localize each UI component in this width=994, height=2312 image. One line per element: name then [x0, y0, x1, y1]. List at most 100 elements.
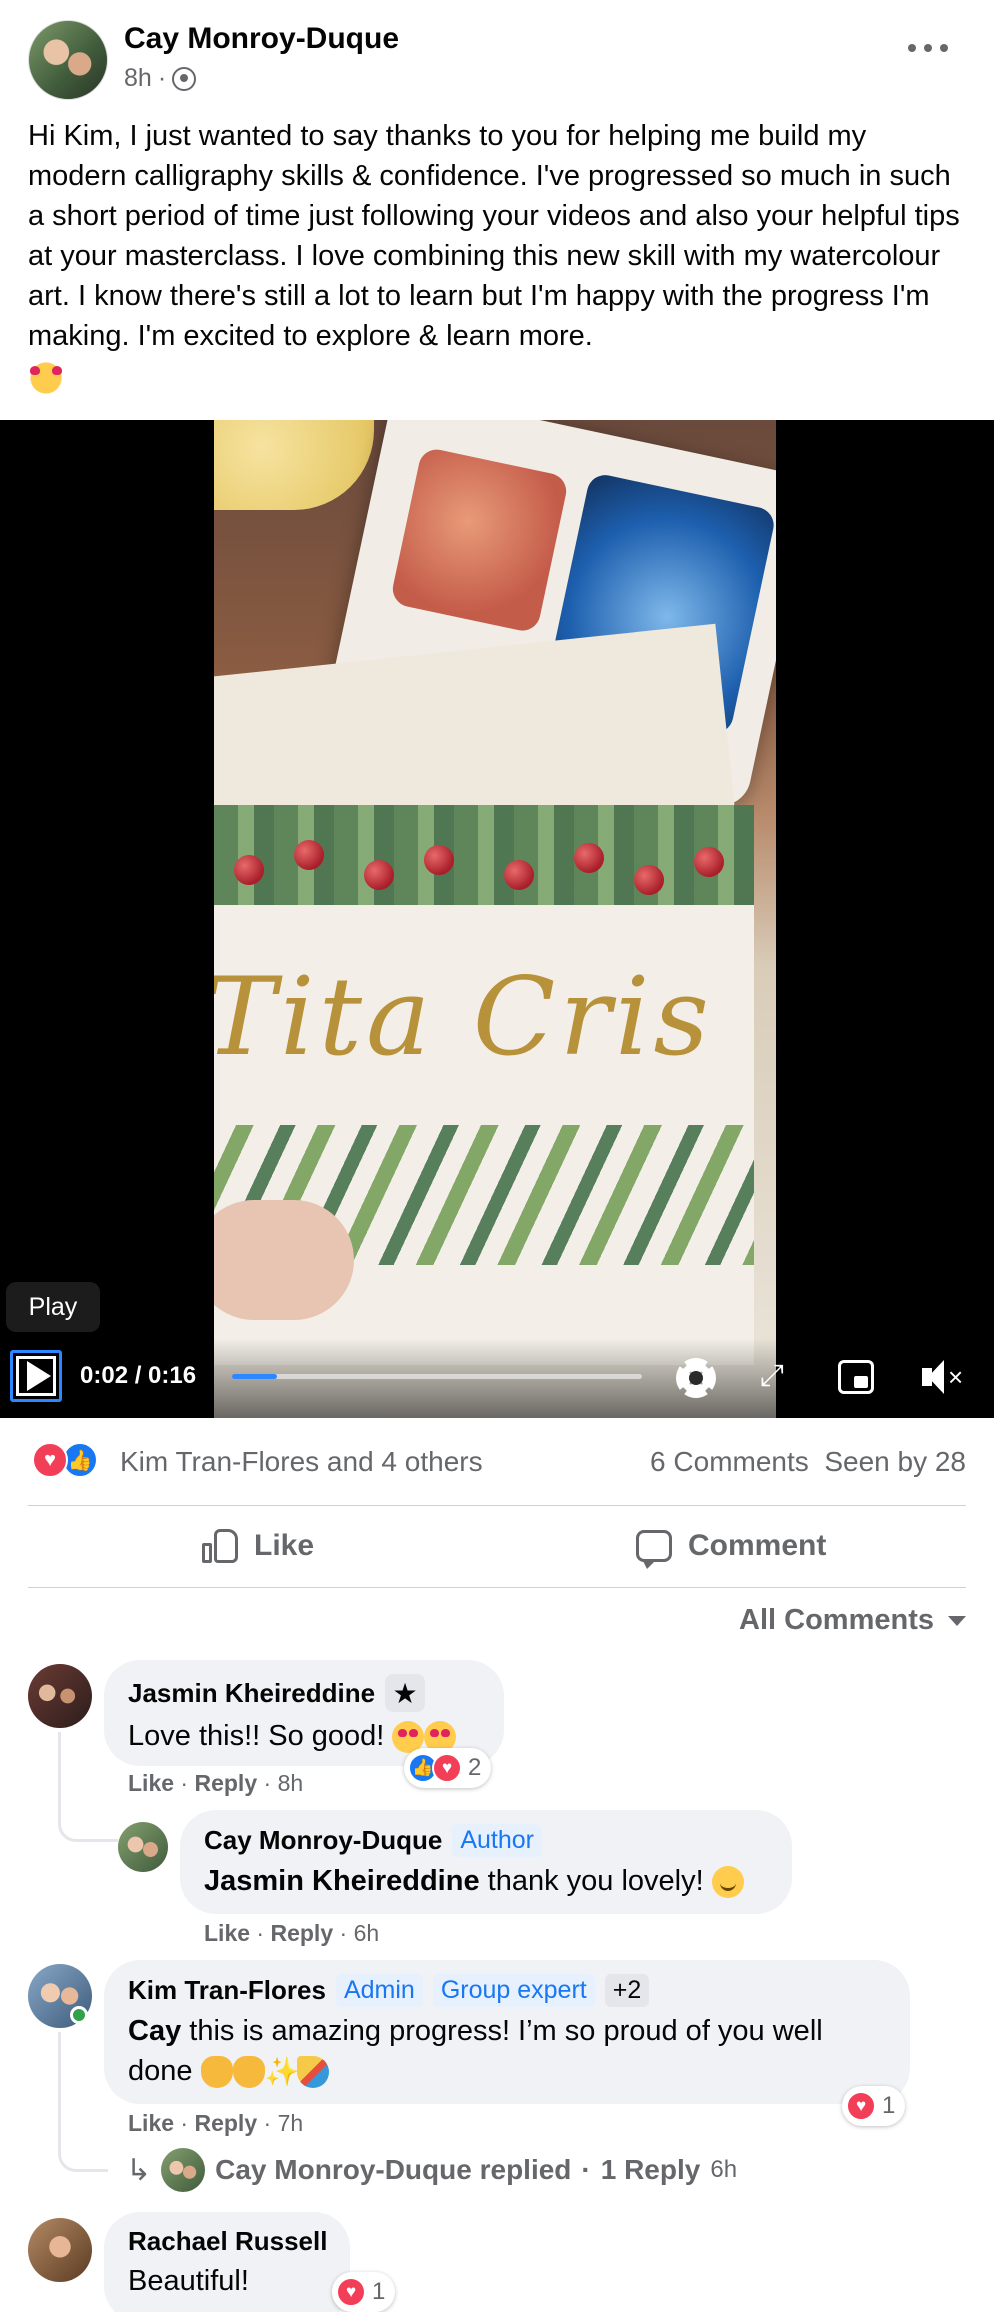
video-player[interactable]: Tita Cris Play 0:02 / 0:16 ⤢ ×	[0, 420, 994, 1418]
avatar	[161, 2148, 206, 2192]
comment-author: Cay Monroy-Duque Author	[204, 1824, 768, 1857]
palette-well-red	[389, 446, 570, 634]
replied-sep: ·	[581, 2154, 591, 2185]
comment-text: Cay this is amazing progress! I’m so pro…	[128, 2011, 886, 2091]
thread-line	[58, 1732, 118, 1842]
comment-actions: Like · Reply · 6h	[204, 1920, 380, 1946]
comment-author-name[interactable]: Rachael Russell	[128, 2226, 327, 2257]
current-time: 0:02	[80, 1362, 129, 1389]
berry	[574, 843, 604, 873]
avatar[interactable]	[28, 2218, 92, 2282]
view-replies-link[interactable]: ↳ Cay Monroy-Duque replied · 1 Reply 6h	[126, 2148, 737, 2192]
comment-author: Jasmin Kheireddine ★	[128, 1674, 480, 1712]
play-button[interactable]	[10, 1350, 62, 1402]
meta-separator: ·	[157, 64, 167, 92]
reply-arrow-icon: ↳	[126, 2153, 152, 2187]
comment-reaction-count: 1	[372, 2278, 386, 2305]
post-text: Hi Kim, I just wanted to say thanks to y…	[28, 120, 960, 352]
berry	[504, 860, 534, 890]
smiling-emoji-icon	[711, 1866, 744, 1899]
comment-text-content: Love this!! So good!	[128, 1720, 385, 1752]
party-popper-emoji-icon	[296, 2056, 329, 2089]
heart-reaction-icon: ♥	[336, 2277, 366, 2307]
comment-like-link[interactable]: Like	[204, 1920, 250, 1946]
berry	[234, 855, 264, 885]
reaction-names[interactable]: Kim Tran-Flores and 4 others	[120, 1446, 483, 1478]
caret-down-icon	[948, 1615, 966, 1626]
berry	[294, 840, 324, 870]
comment-time[interactable]: 8h	[278, 1770, 304, 1796]
play-icon	[16, 1356, 56, 1396]
post-time[interactable]: 8h	[124, 64, 152, 93]
author-badge: Author	[452, 1824, 543, 1857]
comment-button[interactable]: Comment	[636, 1506, 826, 1586]
clapping-hands-emoji-icon	[232, 2056, 265, 2089]
comment-time[interactable]: 7h	[278, 2110, 304, 2136]
play-tooltip: Play	[6, 1282, 100, 1332]
more-badges[interactable]: +2	[604, 1974, 650, 2007]
comment-reactions[interactable]: ♥ 1	[332, 2272, 396, 2312]
group-expert-badge: Group expert	[432, 1974, 595, 2007]
divider	[28, 1587, 966, 1588]
comment-author-name[interactable]: Jasmin Kheireddine	[128, 1678, 375, 1709]
comment-reaction-count: 1	[882, 2092, 896, 2119]
fullscreen-icon[interactable]: ⤢	[756, 1360, 788, 1392]
comment-time[interactable]: 6h	[354, 1920, 380, 1946]
heart-reaction-icon: ♥	[846, 2091, 876, 2121]
video-frame[interactable]: Tita Cris	[214, 420, 776, 1418]
comment-text: Jasmin Kheireddine thank you lovely!	[204, 1861, 768, 1901]
comment-mention[interactable]: Cay	[128, 2015, 181, 2047]
comment-mention[interactable]: Jasmin Kheireddine	[204, 1865, 480, 1897]
comments-count[interactable]: 6 Comments	[650, 1446, 809, 1477]
paint-blob	[214, 420, 374, 510]
author-avatar[interactable]	[28, 20, 108, 100]
more-options-icon[interactable]	[908, 40, 948, 56]
comment-text-content: thank you lovely!	[479, 1865, 704, 1897]
comment-author-name[interactable]: Kim Tran-Flores	[128, 1975, 326, 2006]
clapping-hands-emoji-icon	[200, 2056, 233, 2089]
comment-text: Beautiful!	[128, 2261, 326, 2301]
comment-bubble: Kim Tran-Flores Admin Group expert +2 Ca…	[104, 1960, 910, 2104]
picture-in-picture-icon[interactable]	[838, 1360, 874, 1394]
replied-by: Cay Monroy-Duque replied	[215, 2154, 572, 2185]
berry	[424, 845, 454, 875]
admin-badge: Admin	[335, 1974, 423, 2007]
comment-author: Kim Tran-Flores Admin Group expert +2	[128, 1974, 886, 2007]
avatar[interactable]	[118, 1822, 168, 1872]
reply-count: 1 Reply	[600, 2154, 701, 2185]
comment-reply-link[interactable]: Reply	[194, 2110, 257, 2136]
video-progress-bar[interactable]	[232, 1374, 642, 1379]
reaction-icons[interactable]: ♥ 👍	[32, 1442, 98, 1478]
reply-time: 6h	[710, 2156, 738, 2183]
comment-reply-link[interactable]: Reply	[270, 1920, 333, 1946]
seen-by[interactable]: Seen by 28	[824, 1446, 966, 1477]
comment-label: Comment	[688, 1529, 827, 1562]
finger	[214, 1200, 354, 1320]
comment-reactions[interactable]: 👍 ♥ 2	[404, 1748, 492, 1788]
berry	[364, 860, 394, 890]
comment-author: Rachael Russell	[128, 2226, 327, 2257]
comment-text-content: Beautiful!	[128, 2265, 249, 2297]
thread-line	[58, 2032, 108, 2172]
comment-actions: Like · Reply · 8h	[128, 1770, 304, 1796]
comment-bubble: Cay Monroy-Duque Author Jasmin Kheireddi…	[180, 1810, 792, 1914]
comment-filter-dropdown[interactable]: All Comments	[739, 1604, 966, 1637]
comment-reactions[interactable]: ♥ 1	[842, 2086, 906, 2126]
duration: / 0:16	[134, 1362, 197, 1389]
video-progress-fill	[232, 1374, 278, 1379]
berry	[634, 865, 664, 895]
heart-reaction-icon: ♥	[432, 1753, 462, 1783]
reactions-summary: ♥ 👍 Kim Tran-Flores and 4 others 6 Comme…	[28, 1440, 966, 1480]
comment-author-name[interactable]: Cay Monroy-Duque	[204, 1825, 442, 1856]
muted-speaker-icon[interactable]: ×	[918, 1360, 963, 1396]
settings-gear-icon[interactable]	[676, 1358, 716, 1398]
comment-like-link[interactable]: Like	[128, 1770, 174, 1796]
avatar[interactable]	[28, 1664, 92, 1728]
post-meta: 8h ·	[124, 64, 197, 93]
like-label: Like	[254, 1529, 315, 1562]
comment-actions: Like · Reply · 7h	[128, 2110, 304, 2136]
like-button[interactable]: Like	[202, 1506, 314, 1586]
comment-reply-link[interactable]: Reply	[194, 1770, 257, 1796]
author-name[interactable]: Cay Monroy-Duque	[124, 22, 399, 56]
comment-like-link[interactable]: Like	[128, 2110, 174, 2136]
